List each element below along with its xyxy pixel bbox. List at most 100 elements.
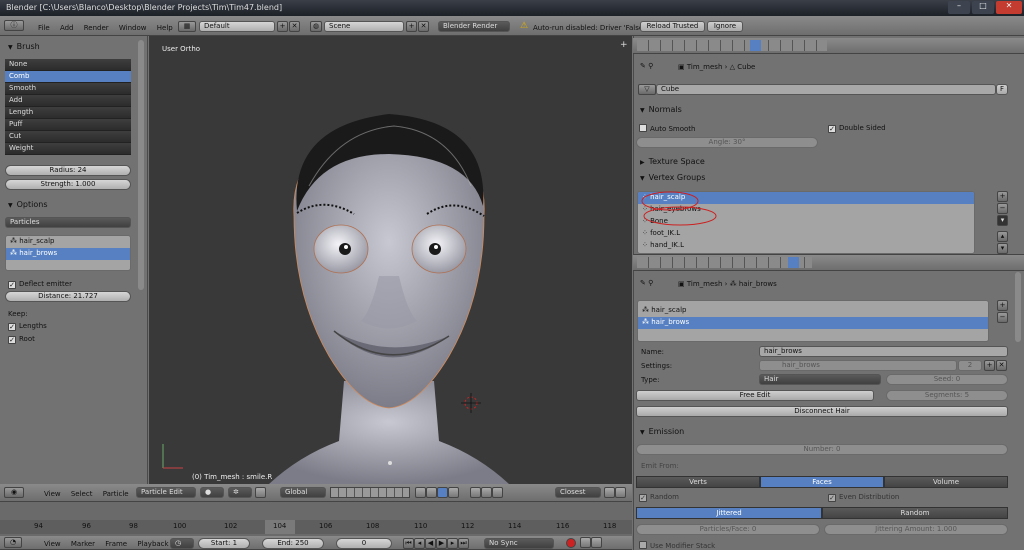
preview-range-toggle[interactable]: ◷	[170, 538, 194, 549]
current-frame-field[interactable]: 0	[336, 538, 392, 549]
dist-jittered[interactable]: Jittered	[636, 507, 822, 519]
ignore-button[interactable]: Ignore	[707, 21, 743, 32]
emission-header[interactable]: ▼ Emission	[636, 425, 688, 438]
pivot-select[interactable]: ✲	[228, 487, 252, 498]
edit-target-select[interactable]: Particles	[5, 217, 131, 228]
scene-icon[interactable]: ◍	[310, 21, 322, 32]
menu-select[interactable]: Select	[71, 490, 93, 498]
editor-type-icon[interactable]: ⓘ	[4, 20, 24, 31]
next-key-icon[interactable]: ▸	[447, 538, 458, 549]
add-layout-icon[interactable]: +	[277, 21, 288, 32]
particle-name-field[interactable]: hair_brows	[759, 346, 1008, 357]
keyset-icon[interactable]	[580, 537, 591, 548]
menu-window[interactable]: Window	[119, 24, 147, 32]
list-item-hair-scalp[interactable]: ⁂ hair_scalp	[6, 236, 130, 248]
even-distribution-checkbox[interactable]: ✓ Even Distribution	[828, 493, 899, 502]
fake-user-button[interactable]: F	[996, 84, 1008, 95]
brush-none[interactable]: None	[5, 59, 131, 71]
sync-mode-select[interactable]: No Sync	[484, 538, 554, 549]
xray-icon[interactable]	[448, 487, 459, 498]
menu-timeline-view[interactable]: View	[44, 540, 61, 548]
keep-root-checkbox[interactable]: ✓ Root	[8, 335, 35, 344]
scene-field[interactable]: Scene	[324, 21, 404, 32]
brush-smooth[interactable]: Smooth	[5, 83, 131, 95]
screen-layout-field[interactable]: Default	[199, 21, 275, 32]
strength-slider[interactable]: Strength: 1.000	[5, 179, 131, 190]
tip-select-icon[interactable]	[437, 487, 448, 498]
menu-add[interactable]: Add	[60, 24, 74, 32]
brush-comb[interactable]: Comb	[5, 71, 131, 83]
list-item-hair-brows[interactable]: ⁂ hair_brows	[6, 248, 130, 260]
pin-icon[interactable]: ✎ ⚲	[640, 62, 653, 70]
point-select-icon[interactable]	[426, 487, 437, 498]
particles-per-face-field[interactable]: Particles/Face: 0	[636, 524, 820, 535]
properties-scrollbar[interactable]	[1015, 272, 1021, 342]
play-reverse-icon[interactable]: ◀	[425, 538, 436, 549]
dist-random[interactable]: Random	[822, 507, 1008, 519]
menu-playback[interactable]: Playback	[137, 540, 168, 548]
start-frame-field[interactable]: Start: 1	[198, 538, 250, 549]
menu-render[interactable]: Render	[84, 24, 109, 32]
settings-field[interactable]: hair_brows	[759, 360, 957, 371]
remove-vgroup-icon[interactable]: −	[997, 203, 1008, 214]
data-tab-active[interactable]	[750, 40, 761, 51]
record-icon[interactable]	[566, 538, 576, 548]
viewport-corner-icon[interactable]: +	[620, 40, 628, 50]
menu-particle[interactable]: Particle	[103, 490, 129, 498]
context-tabs-top[interactable]	[637, 40, 827, 51]
minimize-button[interactable]: –	[948, 1, 970, 14]
type-select[interactable]: Hair	[759, 374, 881, 385]
random-checkbox[interactable]: ✓ Random	[639, 493, 679, 502]
remove-scene-icon[interactable]: ✕	[418, 21, 429, 32]
insert-key-icon[interactable]	[591, 537, 602, 548]
brush-puff[interactable]: Puff	[5, 119, 131, 131]
camera-icon[interactable]	[615, 487, 626, 498]
breadcrumb-object[interactable]: Tim_mesh	[687, 280, 723, 288]
snap-icon[interactable]	[492, 487, 503, 498]
timeline-ruler[interactable]	[0, 520, 632, 534]
screen-layout-icon[interactable]: ▦	[178, 21, 196, 32]
add-scene-icon[interactable]: +	[406, 21, 417, 32]
slot-hair-scalp[interactable]: ⁂ hair_scalp	[638, 305, 988, 317]
context-tabs-bottom[interactable]	[637, 257, 812, 268]
prev-key-icon[interactable]: ◂	[414, 538, 425, 549]
menu-frame[interactable]: Frame	[105, 540, 127, 548]
remove-settings-icon[interactable]: ✕	[996, 360, 1007, 371]
breadcrumb-object[interactable]: Tim_mesh	[687, 63, 723, 71]
jump-start-icon[interactable]: ⏮	[403, 538, 414, 549]
brush-cut[interactable]: Cut	[5, 131, 131, 143]
end-frame-field[interactable]: End: 250	[262, 538, 324, 549]
play-icon[interactable]: ▶	[436, 538, 447, 549]
remove-particle-slot-icon[interactable]: −	[997, 312, 1008, 323]
options-panel-header[interactable]: ▼ Options	[4, 198, 52, 211]
free-edit-button[interactable]: Free Edit	[636, 390, 874, 401]
brush-length[interactable]: Length	[5, 107, 131, 119]
double-sided-checkbox[interactable]: ✓ Double Sided	[828, 124, 886, 133]
seed-field[interactable]: Seed: 0	[886, 374, 1008, 385]
falloff-icon[interactable]	[481, 487, 492, 498]
orientation-select[interactable]: Global	[280, 487, 326, 498]
distance-slider[interactable]: Distance: 21.727	[5, 291, 131, 302]
menu-marker[interactable]: Marker	[71, 540, 95, 548]
path-select-icon[interactable]	[415, 487, 426, 498]
menu-view[interactable]: View	[44, 490, 61, 498]
vgroup-hand-ik-l[interactable]: ⁘ hand_IK.L	[638, 240, 974, 252]
tool-shelf-scrollbar[interactable]	[138, 40, 144, 290]
menu-file[interactable]: File	[38, 24, 50, 32]
use-modifier-stack-checkbox[interactable]: Use Modifier Stack	[639, 541, 715, 550]
menu-help[interactable]: Help	[157, 24, 173, 32]
breadcrumb-particles[interactable]: hair_brows	[739, 280, 777, 288]
number-field[interactable]: Number: 0	[636, 444, 1008, 455]
slot-hair-brows[interactable]: ⁂ hair_brows	[638, 317, 988, 329]
radius-slider[interactable]: Radius: 24	[5, 165, 131, 176]
add-particle-slot-icon[interactable]: +	[997, 300, 1008, 311]
vgroup-move-down-icon[interactable]: ▾	[997, 243, 1008, 254]
vgroup-menu-icon[interactable]: ▾	[997, 215, 1008, 226]
breadcrumb-mesh[interactable]: Cube	[737, 63, 755, 71]
mesh-datablock-field[interactable]: Cube	[656, 84, 996, 95]
auto-smooth-checkbox[interactable]: Auto Smooth	[639, 124, 696, 133]
brush-add[interactable]: Add	[5, 95, 131, 107]
proportional-icon[interactable]	[470, 487, 481, 498]
angle-field[interactable]: Angle: 30°	[636, 137, 818, 148]
disconnect-hair-button[interactable]: Disconnect Hair	[636, 406, 1008, 417]
